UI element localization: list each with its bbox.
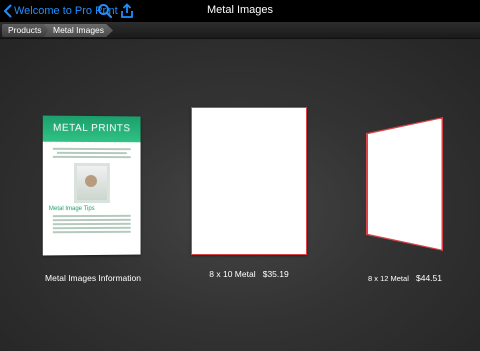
info-card-text [56, 151, 127, 155]
product-price: $35.19 [262, 269, 289, 279]
info-card-title: METAL PRINTS [42, 115, 141, 143]
metal-8x12-card[interactable] [366, 117, 443, 251]
info-card-text [52, 155, 131, 159]
info-card-text [52, 226, 131, 230]
search-icon [98, 4, 113, 19]
search-button[interactable] [97, 3, 113, 19]
info-card-photo [73, 162, 110, 204]
metal-8x10-card[interactable] [191, 107, 307, 255]
breadcrumb-item-products[interactable]: Products [2, 24, 52, 37]
product-price: $44.51 [415, 273, 442, 283]
share-button[interactable] [119, 3, 135, 19]
product-name: 8 x 12 Metal [368, 274, 409, 283]
info-card-text [52, 222, 131, 226]
product-name: 8 x 10 Metal [209, 269, 256, 279]
info-card-text [52, 230, 131, 234]
product-caption-8x12: 8 x 12 Metal $44.51 [360, 273, 450, 283]
info-card-text [52, 147, 131, 151]
info-card-text [52, 214, 131, 218]
product-caption-8x10: 8 x 10 Metal $35.19 [191, 269, 307, 279]
product-caption-info: Metal Images Information [45, 273, 141, 283]
metal-images-info-card[interactable]: METAL PRINTS Metal Image Tips [42, 115, 141, 256]
navigation-bar: Welcome to Pro Print Metal Images [0, 0, 480, 22]
breadcrumb-item-metal-images[interactable]: Metal Images [44, 24, 114, 37]
breadcrumb: Products Metal Images [0, 22, 480, 39]
share-icon [121, 3, 133, 18]
info-card-subtitle: Metal Image Tips [48, 205, 95, 213]
metal-8x12-face [367, 118, 442, 250]
info-card-text [52, 218, 131, 222]
chevron-left-icon [4, 4, 12, 18]
